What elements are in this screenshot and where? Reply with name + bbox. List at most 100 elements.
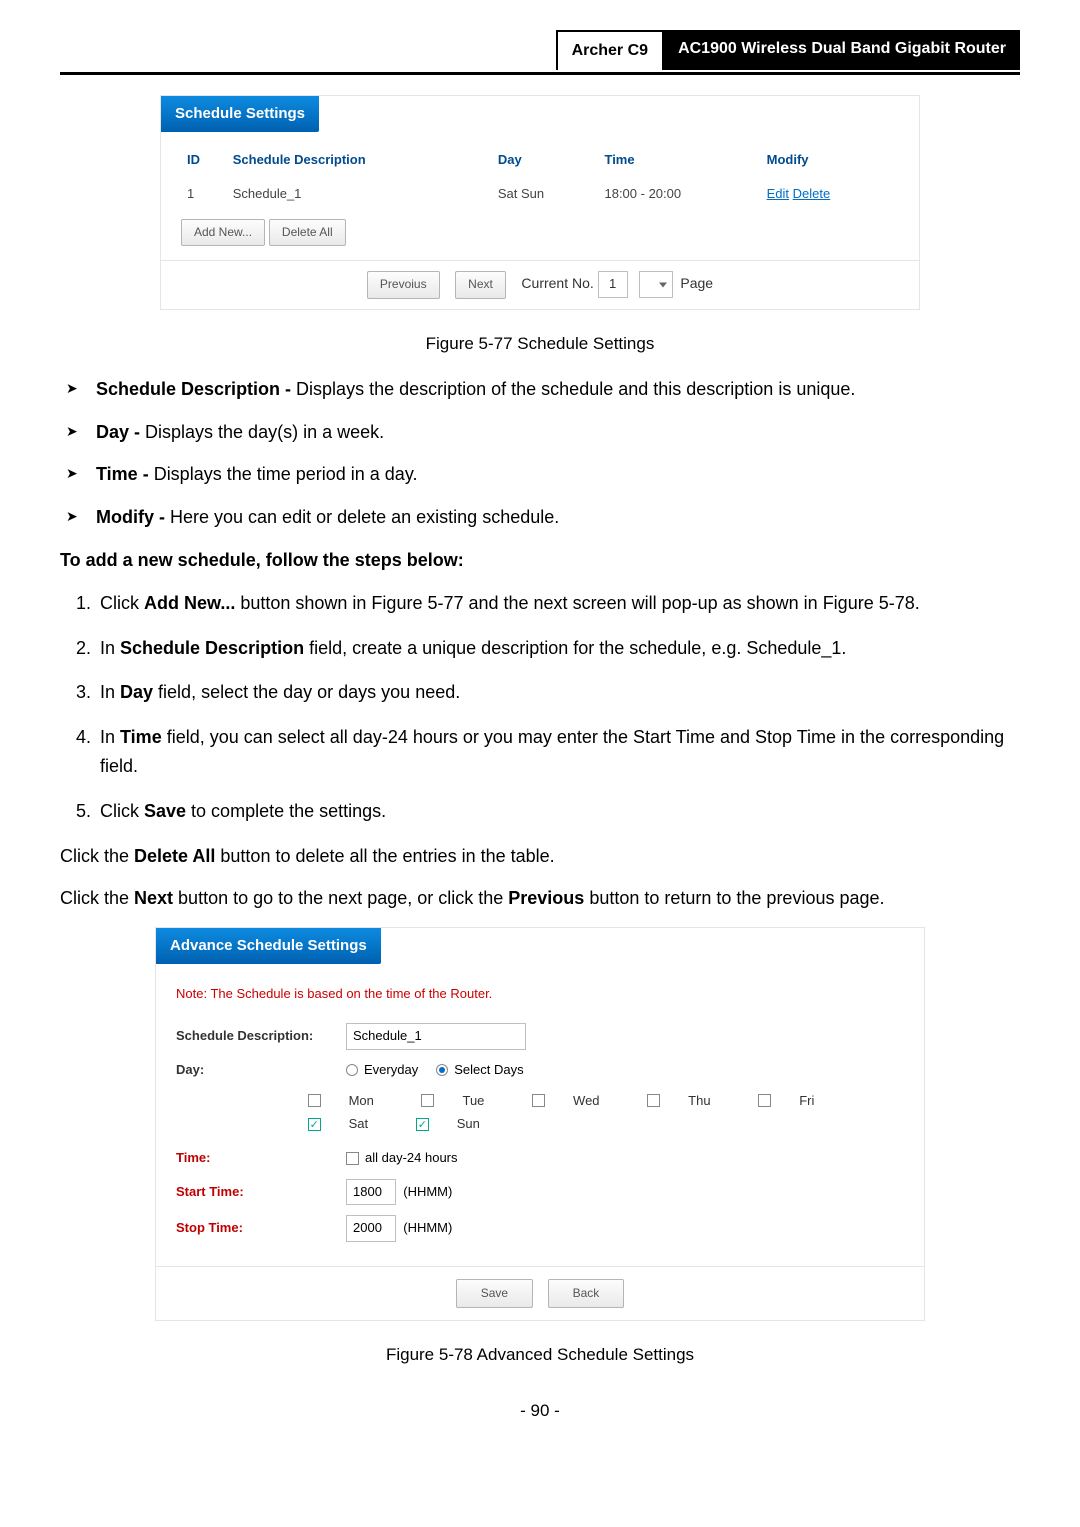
para-text: button to return to the previous page. [584,888,884,908]
radio-selectdays[interactable]: Select Days [436,1060,523,1081]
step-bold: Time [120,727,162,747]
checkbox-mon[interactable]: Mon [308,1091,396,1112]
cell-day: Sat Sun [492,178,599,211]
step-text: field, select the day or days you need. [153,682,460,702]
current-no-input[interactable]: 1 [598,271,628,298]
checkbox-icon [346,1152,359,1165]
checkbox-label: all day-24 hours [365,1148,458,1169]
cell-time: 18:00 - 20:00 [598,178,760,211]
step-5: Click Save to complete the settings. [96,797,1020,826]
advance-schedule-panel: Advance Schedule Settings Note: The Sche… [155,927,925,1321]
hhmm-hint: (HHMM) [403,1182,452,1203]
bullet-time: Time - Displays the time period in a day… [96,460,1020,489]
label-stop-time: Stop Time: [176,1218,346,1239]
row-start-time: Start Time: 1800 (HHMM) [176,1179,904,1206]
radio-label: Select Days [454,1060,523,1081]
schedule-settings-panel: Schedule Settings ID Schedule Descriptio… [160,95,920,310]
para-bold: Next [134,888,173,908]
delete-link[interactable]: Delete [793,186,831,201]
model-label: Archer C9 [556,30,664,70]
row-description: Schedule Description: Schedule_1 [176,1023,904,1050]
checkbox-icon [647,1094,660,1107]
bullet-label: Schedule Description - [96,379,291,399]
col-modify: Modify [761,142,899,179]
radio-icon [436,1064,448,1076]
label-time: Time: [176,1148,346,1169]
description-input[interactable]: Schedule_1 [346,1023,526,1050]
stop-time-input[interactable]: 2000 [346,1215,396,1242]
radio-everyday[interactable]: Everyday [346,1060,418,1081]
step-text: to complete the settings. [186,801,386,821]
para-text: button to delete all the entries in the … [215,846,554,866]
step-text: In [100,727,120,747]
checkbox-label: Mon [349,1091,374,1112]
cell-id: 1 [181,178,227,211]
pager-row: Prevoius Next Current No. 1 Page [161,260,919,308]
col-desc: Schedule Description [227,142,492,179]
para-bold: Delete All [134,846,215,866]
checkbox-fri[interactable]: Fri [758,1091,836,1112]
checkbox-label: Fri [799,1091,814,1112]
step-text: Click [100,593,144,613]
step-2: In Schedule Description field, create a … [96,634,1020,663]
back-button[interactable]: Back [548,1279,625,1308]
checkbox-sun[interactable]: Sun [416,1114,502,1135]
advance-footer: Save Back [156,1266,924,1320]
add-new-button[interactable]: Add New... [181,219,265,246]
figure-caption-1: Figure 5-77 Schedule Settings [60,330,1020,357]
checkbox-icon [421,1094,434,1107]
bullet-label: Day - [96,422,140,442]
checkbox-label: Thu [688,1091,710,1112]
start-time-input[interactable]: 1800 [346,1179,396,1206]
step-text: field, you can select all day-24 hours o… [100,727,1004,776]
row-day: Day: Everyday Select Days [176,1060,904,1081]
page-header: Archer C9 AC1900 Wireless Dual Band Giga… [60,30,1020,75]
delete-all-paragraph: Click the Delete All button to delete al… [60,842,1020,871]
checkbox-allday[interactable]: all day-24 hours [346,1148,458,1169]
row-day-checks: Mon Tue Wed Thu Fri Sat Sun [176,1091,904,1138]
bullet-text: Displays the time period in a day. [149,464,418,484]
step-text: In [100,638,120,658]
bullet-day: Day - Displays the day(s) in a week. [96,418,1020,447]
para-text: button to go to the next page, or click … [173,888,508,908]
para-bold: Previous [508,888,584,908]
bullet-schedule-description: Schedule Description - Displays the desc… [96,375,1020,404]
product-label: AC1900 Wireless Dual Band Gigabit Router [664,30,1020,70]
table-header-row: ID Schedule Description Day Time Modify [181,142,899,179]
previous-button[interactable]: Prevoius [367,271,440,298]
step-bold: Schedule Description [120,638,304,658]
next-prev-paragraph: Click the Next button to go to the next … [60,884,1020,913]
page-select[interactable] [639,271,672,298]
label-day: Day: [176,1060,346,1081]
steps-heading: To add a new schedule, follow the steps … [60,546,1020,575]
figure-caption-2: Figure 5-78 Advanced Schedule Settings [60,1341,1020,1368]
save-button[interactable]: Save [456,1279,533,1308]
edit-link[interactable]: Edit [767,186,789,201]
schedule-table: ID Schedule Description Day Time Modify … [181,142,899,212]
para-text: Click the [60,846,134,866]
checkbox-icon [758,1094,771,1107]
step-bold: Save [144,801,186,821]
para-text: Click the [60,888,134,908]
cell-modify: Edit Delete [761,178,899,211]
step-text: button shown in Figure 5-77 and the next… [235,593,919,613]
table-row: 1 Schedule_1 Sat Sun 18:00 - 20:00 Edit … [181,178,899,211]
checkbox-icon [416,1118,429,1131]
row-stop-time: Stop Time: 2000 (HHMM) [176,1215,904,1242]
checkbox-wed[interactable]: Wed [532,1091,622,1112]
delete-all-button[interactable]: Delete All [269,219,346,246]
bullet-label: Time - [96,464,149,484]
checkbox-sat[interactable]: Sat [308,1114,391,1135]
checkbox-tue[interactable]: Tue [421,1091,506,1112]
checkbox-icon [532,1094,545,1107]
label-start-time: Start Time: [176,1182,346,1203]
next-button[interactable]: Next [455,271,506,298]
checkbox-icon [308,1118,321,1131]
checkbox-thu[interactable]: Thu [647,1091,732,1112]
bullet-text: Displays the day(s) in a week. [140,422,384,442]
radio-label: Everyday [364,1060,418,1081]
bullet-modify: Modify - Here you can edit or delete an … [96,503,1020,532]
schedule-note: Note: The Schedule is based on the time … [176,984,904,1005]
checkbox-icon [308,1094,321,1107]
feature-bullets: Schedule Description - Displays the desc… [60,375,1020,532]
